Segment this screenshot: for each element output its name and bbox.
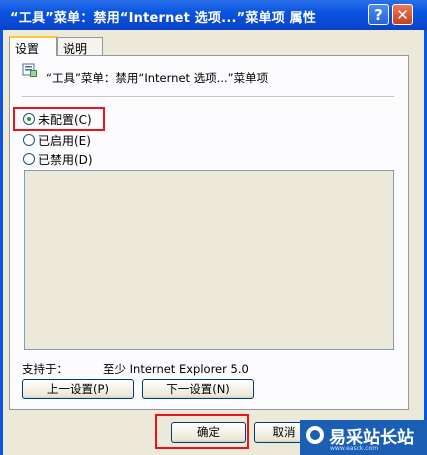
ok-button[interactable]: 确定	[171, 422, 246, 443]
help-button[interactable]: ?	[368, 4, 389, 25]
supported-on-value: 至少 Internet Explorer 5.0	[103, 362, 249, 376]
label-enabled[interactable]: 已启用(E)	[38, 132, 91, 149]
close-button[interactable]: ✕	[392, 4, 413, 25]
watermark: 易采站长站 www.easck.com	[300, 420, 427, 455]
previous-setting-button[interactable]: 上一设置(P)	[22, 379, 134, 399]
separator	[22, 96, 394, 98]
radio-disabled[interactable]	[23, 153, 35, 165]
window-frame-left	[0, 30, 3, 455]
label-not-configured[interactable]: 未配置(C)	[38, 111, 92, 128]
title-bar[interactable]: “工具”菜单：禁用“Internet 选项...”菜单项 属性 ? ✕	[0, 0, 427, 30]
window-title: “工具”菜单：禁用“Internet 选项...”菜单项 属性	[10, 11, 317, 26]
watermark-subtext: www.easck.com	[330, 445, 379, 452]
next-setting-button[interactable]: 下一设置(N)	[142, 379, 254, 399]
radio-enabled[interactable]	[23, 134, 35, 146]
watermark-logo-icon	[306, 426, 324, 444]
options-area	[24, 170, 394, 350]
supported-on-label: 支持于：	[22, 362, 68, 376]
policy-setting-icon	[22, 63, 37, 77]
radio-not-configured[interactable]	[23, 113, 35, 125]
tab-settings[interactable]: 设置	[9, 36, 57, 56]
tab-explain[interactable]: 说明	[57, 37, 103, 56]
policy-title: “工具”菜单：禁用“Internet 选项...”菜单项	[46, 71, 269, 85]
label-disabled[interactable]: 已禁用(D)	[38, 151, 93, 168]
